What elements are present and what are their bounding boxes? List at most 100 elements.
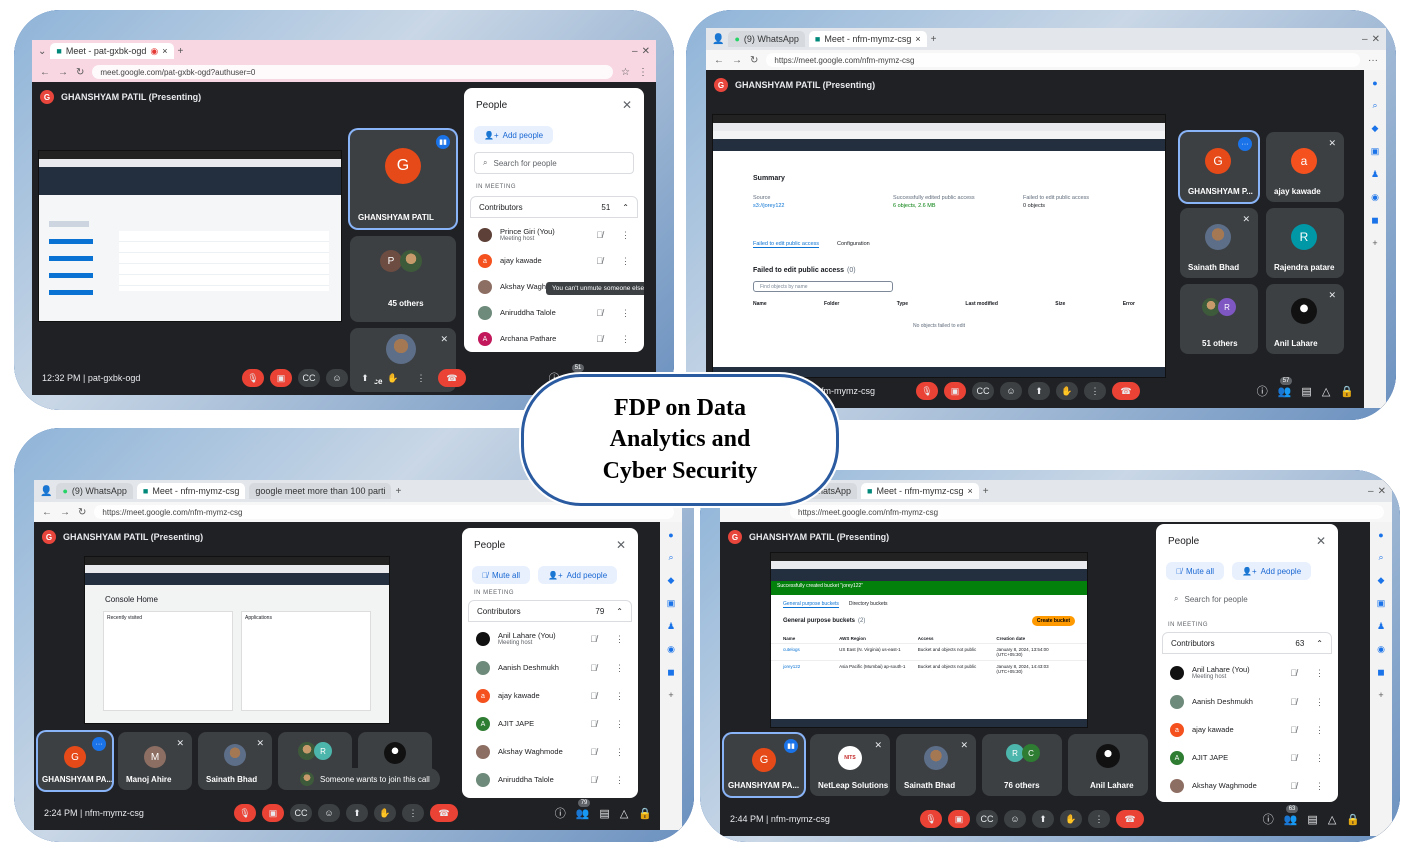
tab-directory[interactable]: Directory buckets: [849, 601, 888, 608]
more-icon[interactable]: ⋮: [615, 663, 624, 674]
list-item[interactable]: A AJIT JAPE 🎙̸ ⋮: [468, 710, 632, 738]
chess-icon[interactable]: ♟: [667, 621, 675, 632]
mute-all-button[interactable]: 🎙̸ Mute all: [1166, 562, 1225, 580]
captions-button[interactable]: CC: [972, 382, 994, 400]
contributors-header[interactable]: Contributors 51 ⌃: [470, 196, 638, 218]
back-icon[interactable]: ←: [42, 507, 52, 518]
mic-button[interactable]: 🎙: [234, 804, 256, 822]
end-call-button[interactable]: ☎: [430, 804, 458, 822]
table-row[interactable]: jorey122 Asia Pacific (Mumbai) ap-south-…: [771, 660, 1087, 677]
url-input[interactable]: meet.google.com/pat-gxbk-ogd?authuser=0: [92, 65, 614, 79]
present-button[interactable]: ⬆: [1032, 810, 1054, 828]
close-icon[interactable]: ✕: [616, 538, 626, 552]
camera-button[interactable]: ▣: [262, 804, 284, 822]
tile-others[interactable]: R C 76 others: [982, 734, 1062, 796]
minimize-icon[interactable]: –: [632, 46, 638, 57]
activities-icon[interactable]: △: [1322, 385, 1330, 398]
mic-off-icon[interactable]: 🎙̸: [590, 747, 597, 757]
end-call-button[interactable]: ☎: [438, 369, 466, 387]
bing-icon[interactable]: ●: [1372, 78, 1377, 88]
url-input[interactable]: https://meet.google.com/nfm-mymz-csg: [94, 505, 674, 519]
list-item[interactable]: a ajay kawade 🎙̸ ⋮: [470, 248, 638, 274]
mic-off-icon[interactable]: 🎙̸: [590, 719, 597, 729]
list-item[interactable]: Aanish Deshmukh 🎙̸ ⋮: [468, 654, 632, 682]
tile-sainath[interactable]: ✕ Sainath Bhad: [1180, 208, 1258, 278]
list-item[interactable]: a ajay kawade 🎙̸ ⋮: [1162, 716, 1332, 744]
mic-off-icon[interactable]: 🎙̸: [1290, 753, 1297, 763]
add-people-button[interactable]: 👤+ Add people: [538, 566, 618, 584]
outlook-icon[interactable]: ◼: [1371, 215, 1378, 226]
mic-off-icon[interactable]: 🎙̸: [596, 308, 603, 318]
tab-meet[interactable]: ■ Meet - pat-gxbk-ogd ◉ ×: [50, 43, 174, 59]
minimize-icon[interactable]: –: [1368, 486, 1374, 497]
more-icon[interactable]: ···: [1368, 55, 1378, 66]
tab-google[interactable]: google meet more than 100 parti: [249, 483, 392, 499]
more-icon[interactable]: ⋮: [615, 775, 624, 786]
circle-icon[interactable]: ◉: [667, 644, 675, 655]
close-icon[interactable]: ✕: [1316, 534, 1326, 548]
list-item[interactable]: Prince Giri (You) Meeting host 🎙̸ ⋮: [470, 222, 638, 248]
lock-icon[interactable]: 🔒: [1340, 385, 1354, 398]
mic-off-icon[interactable]: 🎙̸: [590, 634, 597, 644]
tile-ghanshyam[interactable]: ··· G GHANSHYAM PA...: [38, 732, 112, 790]
add-icon[interactable]: +: [1372, 238, 1377, 248]
list-item[interactable]: A AJIT JAPE 🎙̸ ⋮: [1162, 744, 1332, 772]
tab-general[interactable]: General purpose buckets: [783, 601, 839, 608]
info-icon[interactable]: ⓘ: [1257, 383, 1268, 399]
briefcase-icon[interactable]: ▣: [667, 598, 676, 609]
present-button[interactable]: ⬆: [346, 804, 368, 822]
close-window-icon[interactable]: ✕: [642, 46, 650, 57]
mic-button[interactable]: 🎙: [242, 369, 264, 387]
close-tab-icon[interactable]: ×: [162, 46, 167, 56]
forward-icon[interactable]: →: [732, 55, 742, 66]
emoji-button[interactable]: ☺: [318, 804, 340, 822]
more-icon[interactable]: ⋮: [1315, 781, 1324, 792]
mic-off-icon[interactable]: 🎙̸: [596, 230, 603, 240]
circle-icon[interactable]: ◉: [1377, 644, 1385, 655]
more-options-button[interactable]: ⋮: [1084, 382, 1106, 400]
back-icon[interactable]: ←: [40, 67, 50, 78]
close-tab-icon[interactable]: ×: [915, 34, 920, 44]
emoji-button[interactable]: ☺: [1004, 810, 1026, 828]
more-icon[interactable]: ⋮: [615, 747, 624, 758]
tab-failed[interactable]: Failed to edit public access: [753, 241, 820, 248]
list-item[interactable]: Akshay Waghmode 🎙̸ ⋮: [468, 738, 632, 766]
emoji-button[interactable]: ☺: [326, 369, 348, 387]
people-icon[interactable]: 👥 63: [1284, 804, 1299, 826]
search-icon[interactable]: ⌕: [1378, 552, 1383, 563]
search-input[interactable]: ⌕ Search for people: [474, 152, 634, 174]
lock-icon[interactable]: 🔒: [1346, 813, 1360, 826]
tag-icon[interactable]: ◆: [1372, 123, 1379, 134]
tab-whatsapp[interactable]: ● (9) WhatsApp: [56, 483, 133, 499]
activities-icon[interactable]: △: [620, 807, 628, 820]
people-icon[interactable]: 👥 79: [576, 798, 591, 820]
more-icon[interactable]: ⋮: [615, 719, 624, 730]
close-window-icon[interactable]: ✕: [1378, 486, 1386, 497]
raise-hand-button[interactable]: ✋: [374, 804, 396, 822]
tab-meet[interactable]: ■ Meet - nfm-mymz-csg ×: [861, 483, 979, 499]
present-button[interactable]: ⬆: [1028, 382, 1050, 400]
forward-icon[interactable]: →: [60, 507, 70, 518]
captions-button[interactable]: CC: [976, 810, 998, 828]
tile-ghanshyam[interactable]: ··· G GHANSHYAM P...: [1180, 132, 1258, 202]
tile-manoj[interactable]: ✕ M Manoj Ahire: [118, 732, 192, 790]
mic-off-icon[interactable]: 🎙̸: [1290, 697, 1297, 707]
tile-rajendra[interactable]: R Rajendra patare: [1266, 208, 1344, 278]
tile-anil[interactable]: Anil Lahare: [1068, 734, 1148, 796]
mic-off-icon[interactable]: 🎙̸: [1290, 781, 1297, 791]
outlook-icon[interactable]: ◼: [1377, 667, 1384, 678]
list-item[interactable]: a ajay kawade 🎙̸ ⋮: [468, 682, 632, 710]
search-icon[interactable]: ⌕: [1372, 100, 1377, 111]
list-item[interactable]: Aniruddha Talole 🎙̸ ⋮: [470, 300, 638, 326]
join-request-toast[interactable]: Someone wants to join this call: [290, 768, 440, 790]
more-options-button[interactable]: ⋮: [1088, 810, 1110, 828]
bucket-name[interactable]: cutelogs: [783, 647, 839, 657]
tile-sainath[interactable]: ✕ Sainath Bhad: [896, 734, 976, 796]
briefcase-icon[interactable]: ▣: [1377, 598, 1386, 609]
chat-icon[interactable]: ▤: [599, 807, 609, 820]
tile-anil[interactable]: ✕ Anil Lahare: [1266, 284, 1344, 354]
tile-netleap[interactable]: ✕ NITS NetLeap Solutions: [810, 734, 890, 796]
chess-icon[interactable]: ♟: [1377, 621, 1385, 632]
create-bucket-button[interactable]: Create bucket: [1031, 616, 1075, 626]
mic-off-icon[interactable]: 🎙̸: [596, 334, 603, 344]
